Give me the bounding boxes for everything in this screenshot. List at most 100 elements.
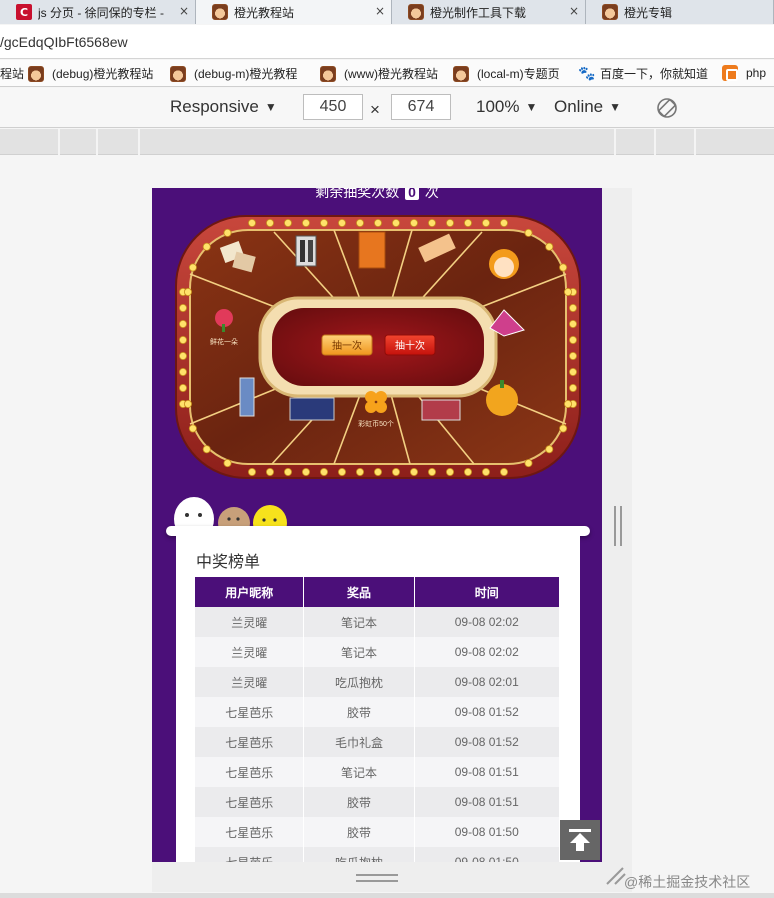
rotate-icon[interactable] xyxy=(656,97,678,119)
center-panel xyxy=(272,308,484,386)
rim-bulb xyxy=(266,467,275,476)
rim-bulb xyxy=(568,351,577,360)
tab-label: 橙光教程站 xyxy=(234,5,295,20)
bookmark-label: 百度一下，你就知道 xyxy=(600,67,709,81)
column-header-nickname: 用户昵称 xyxy=(195,577,305,607)
network-select[interactable]: Online ▼ xyxy=(554,97,621,117)
rim-bulb xyxy=(568,336,577,345)
table-row: 兰灵曜 笔记本 09-08 02:02 xyxy=(195,607,559,637)
zoom-select[interactable]: 100% ▼ xyxy=(476,97,537,117)
rim-bulb xyxy=(524,228,533,237)
rim-bulb xyxy=(391,467,400,476)
rim-bulb xyxy=(568,383,577,392)
tab-orange-tutorial[interactable]: 橙光教程站 × xyxy=(196,0,392,24)
rim-bulb xyxy=(248,219,257,227)
tab-label: 橙光专辑 xyxy=(624,5,673,20)
arrow-up-icon xyxy=(569,829,591,851)
orange-light-icon xyxy=(602,4,618,20)
ranking-title: 中奖榜单 xyxy=(196,554,261,571)
table-row: 七星芭乐 胶带 09-08 01:50 xyxy=(195,817,559,847)
rim-bulb xyxy=(545,242,554,251)
rim-bulb xyxy=(188,263,197,272)
rim-bulb xyxy=(409,219,418,227)
times-sign: × xyxy=(370,100,380,119)
table-row: 七星芭乐 胶带 09-08 01:52 xyxy=(195,697,559,727)
bookmark-item[interactable]: (debug-m)橙光教程 xyxy=(170,65,297,82)
resize-handle-right-icon[interactable] xyxy=(612,506,624,546)
column-header-time: 时间 xyxy=(414,577,559,607)
tab-label: js 分页 - 徐同保的专栏 - xyxy=(38,5,164,20)
back-to-top-button[interactable] xyxy=(560,820,600,860)
rim-bulb xyxy=(179,351,187,360)
cell-prize: 胶带 xyxy=(303,697,415,727)
cell-nickname: 七星芭乐 xyxy=(195,847,305,862)
rim-bulb xyxy=(188,424,197,433)
rim-bulb xyxy=(481,467,490,476)
rim-bulb xyxy=(427,467,436,476)
close-icon[interactable]: × xyxy=(179,4,189,18)
tab-strip: C js 分页 - 徐同保的专栏 - × 橙光教程站 × 橙光制作工具下载 × … xyxy=(0,0,774,24)
cell-nickname: 七星芭乐 xyxy=(195,697,305,727)
prize-card-blue-icon xyxy=(289,397,335,421)
bookmarks-bar: 程站 (debug)橙光教程站 (debug-m)橙光教程 (www)橙光教程站… xyxy=(0,60,774,87)
cell-time: 09-08 02:01 xyxy=(414,667,559,697)
height-input[interactable]: 674 xyxy=(391,94,451,120)
cell-prize: 胶带 xyxy=(303,787,415,817)
device-mode-select[interactable]: Responsive ▼ xyxy=(170,97,277,117)
cell-prize: 笔记本 xyxy=(303,607,415,637)
bookmark-item[interactable]: (www)橙光教程站 xyxy=(320,65,438,82)
cell-nickname: 七星芭乐 xyxy=(195,787,305,817)
caret-down-icon: ▼ xyxy=(264,100,277,114)
cell-prize: 吃瓜抱枕 xyxy=(303,847,415,862)
width-input[interactable]: 450 xyxy=(303,94,363,120)
rim-bulb xyxy=(563,288,572,297)
prize-coins-label: 彩虹币50个 xyxy=(358,419,394,428)
tab-orange-album[interactable]: 橙光专辑 xyxy=(586,0,774,24)
url-text[interactable]: /gcEdqQIbFt6568ew xyxy=(0,34,128,50)
rim-bulb xyxy=(499,467,508,476)
address-bar[interactable]: /gcEdqQIbFt6568ew xyxy=(0,25,774,59)
rim-bulb xyxy=(463,467,472,476)
bookmark-item[interactable]: 程站 xyxy=(0,65,24,82)
prize-flower-label: 鲜花一朵 xyxy=(210,337,238,346)
cell-time: 09-08 02:02 xyxy=(414,607,559,637)
table-row: 七星芭乐 胶带 09-08 01:51 xyxy=(195,787,559,817)
cell-prize: 毛巾礼盒 xyxy=(303,727,415,757)
media-query-ruler xyxy=(0,129,774,155)
ranking-table: 用户昵称 奖品 时间 兰灵曜 笔记本 09-08 02:02 兰灵曜 笔记本 09-08 … xyxy=(195,577,559,862)
tab-js-pagination[interactable]: C js 分页 - 徐同保的专栏 - × xyxy=(0,0,196,24)
cell-nickname: 七星芭乐 xyxy=(195,757,305,787)
bookmark-item[interactable]: (debug)橙光教程站 xyxy=(28,65,153,82)
rim-bulb xyxy=(319,219,328,227)
rim-bulb xyxy=(445,219,454,227)
rim-bulb xyxy=(373,467,382,476)
cell-time: 09-08 01:50 xyxy=(414,817,559,847)
caret-down-icon: ▼ xyxy=(525,100,538,114)
lottery-wheel: 抽一次 抽十次 鲜花一朵 彩虹币50个 xyxy=(175,215,581,479)
cell-nickname: 兰灵曜 xyxy=(195,607,305,637)
cell-time: 09-08 01:51 xyxy=(414,757,559,787)
draw-count-prefix: 剩余抽奖次数 xyxy=(315,188,400,200)
tab-orange-tool-download[interactable]: 橙光制作工具下载 × xyxy=(392,0,586,24)
rim-bulb xyxy=(183,288,192,297)
rim-bulb xyxy=(559,424,568,433)
rim-bulb xyxy=(202,445,211,454)
rim-bulb xyxy=(284,219,293,227)
zoom-label: 100% xyxy=(476,97,520,116)
caret-down-icon: ▼ xyxy=(609,100,622,114)
bookmark-item[interactable]: 🐾 百度一下，你就知道 xyxy=(578,65,708,82)
xampp-icon xyxy=(722,65,738,81)
table-header-row: 用户昵称 奖品 时间 xyxy=(195,577,559,607)
cell-prize: 胶带 xyxy=(303,817,415,847)
rim-bulb xyxy=(284,467,293,476)
draw-ten-label: 抽十次 xyxy=(395,339,425,352)
close-icon[interactable]: × xyxy=(375,4,385,18)
close-icon[interactable]: × xyxy=(569,4,579,18)
prize-pillow-icon xyxy=(489,249,519,279)
rim-bulb xyxy=(563,399,572,408)
orange-light-icon xyxy=(453,65,469,82)
bookmark-item[interactable]: php xyxy=(722,65,766,81)
rim-bulb xyxy=(179,336,187,345)
resize-handle-bottom-icon[interactable] xyxy=(356,872,398,884)
bookmark-item[interactable]: (local-m)专题页 xyxy=(453,65,560,82)
